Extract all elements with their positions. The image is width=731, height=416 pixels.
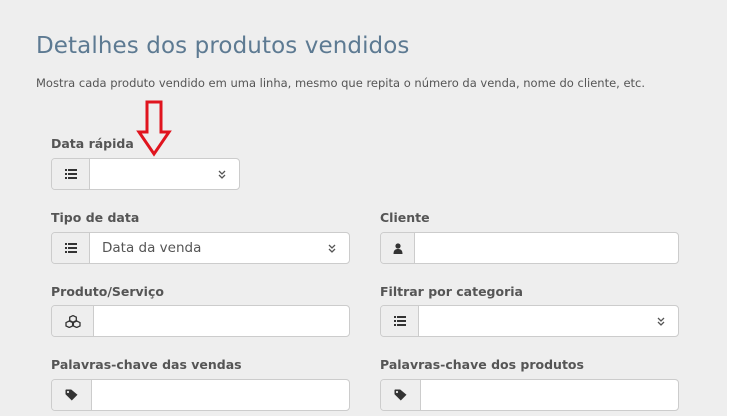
product-service-field[interactable] (51, 305, 350, 337)
list-icon (393, 316, 406, 326)
product-keywords-addon (381, 380, 421, 410)
page-title: Detalhes dos produtos vendidos (36, 33, 410, 59)
chevron-double-down-icon[interactable] (217, 169, 227, 179)
chevron-double-down-icon[interactable] (656, 316, 666, 326)
page-subtitle: Mostra cada produto vendido em uma linha… (36, 76, 646, 90)
product-keywords-field[interactable] (380, 379, 679, 411)
tag-icon (394, 389, 406, 401)
client-field[interactable] (380, 232, 679, 264)
chevron-double-down-icon[interactable] (327, 243, 337, 253)
category-value[interactable] (419, 306, 678, 336)
date-type-value[interactable]: Data da venda (90, 233, 349, 263)
quick-date-addon (52, 159, 90, 189)
sales-keywords-field[interactable] (51, 379, 350, 411)
sales-keywords-input-wrap[interactable] (92, 380, 349, 410)
client-addon (381, 233, 415, 263)
client-input[interactable] (427, 233, 678, 263)
category-addon (381, 306, 419, 336)
quick-date-select[interactable] (51, 158, 240, 190)
client-input-wrap[interactable] (415, 233, 678, 263)
report-panel: Detalhes dos produtos vendidos Mostra ca… (0, 0, 727, 416)
tag-icon (65, 389, 77, 401)
product-keywords-input[interactable] (433, 380, 678, 410)
product-keywords-input-wrap[interactable] (421, 380, 678, 410)
product-service-label: Produto/Serviço (51, 284, 164, 299)
category-select[interactable] (380, 305, 679, 337)
list-icon (64, 169, 77, 179)
client-label: Cliente (380, 210, 430, 225)
date-type-label: Tipo de data (51, 210, 140, 225)
product-keywords-label: Palavras-chave dos produtos (380, 357, 584, 372)
sales-keywords-addon (52, 380, 92, 410)
user-icon (393, 242, 402, 254)
product-service-input[interactable] (106, 306, 349, 336)
annotation-arrow-icon (136, 100, 172, 157)
quick-date-label: Data rápida (51, 136, 134, 151)
sales-keywords-input[interactable] (104, 380, 349, 410)
list-icon (64, 243, 77, 253)
product-service-input-wrap[interactable] (94, 306, 349, 336)
product-service-addon (52, 306, 94, 336)
cubes-icon (64, 314, 81, 328)
date-type-addon (52, 233, 90, 263)
sales-keywords-label: Palavras-chave das vendas (51, 357, 242, 372)
date-type-select[interactable]: Data da venda (51, 232, 350, 264)
category-label: Filtrar por categoria (380, 284, 523, 299)
